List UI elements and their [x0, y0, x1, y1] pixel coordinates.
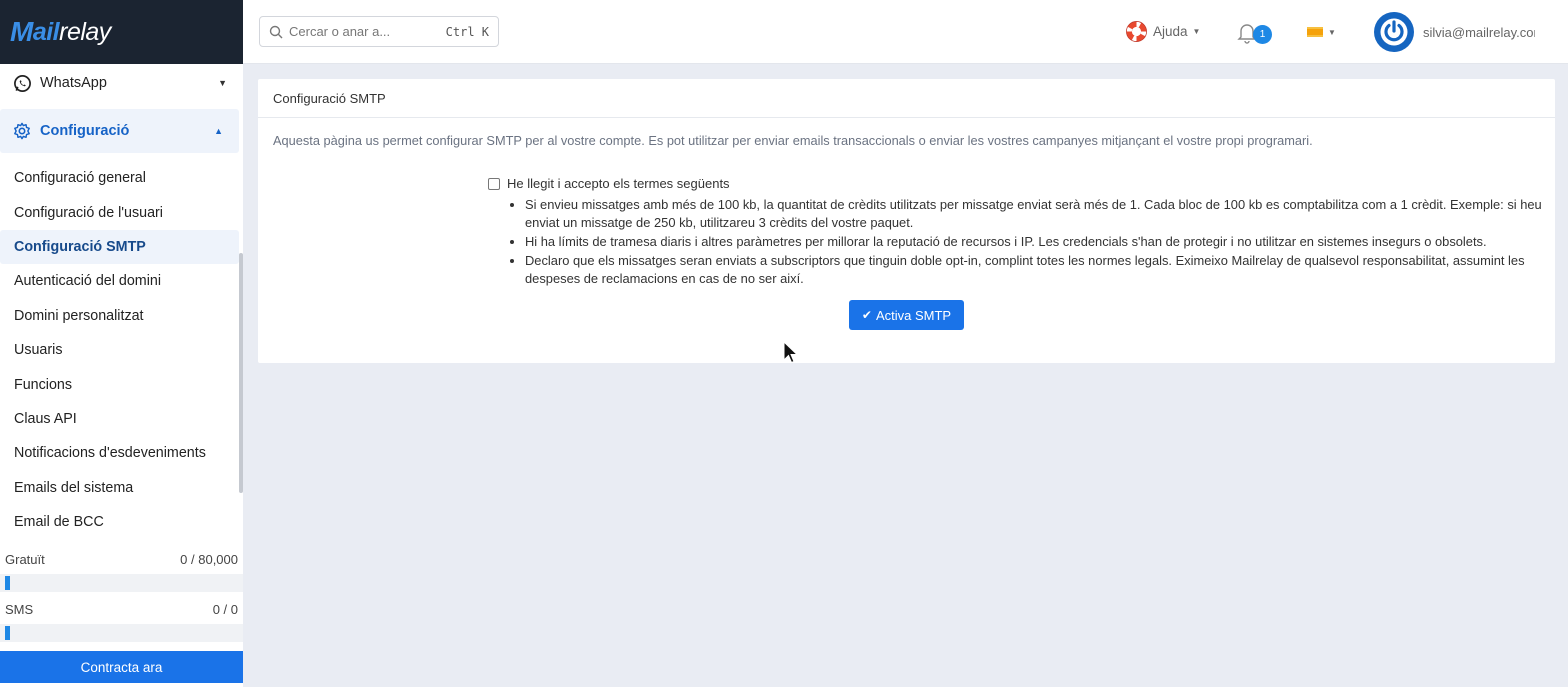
logo-ail: ail [32, 17, 60, 46]
nav-group-label: WhatsApp [40, 75, 107, 91]
sidebar-scrollbar[interactable] [239, 253, 243, 493]
terms-accept-checkbox[interactable]: He llegit i accepto els termes següents [488, 176, 1548, 191]
chevron-up-icon: ▲ [214, 126, 223, 136]
language-selector[interactable]: ▼ [1307, 27, 1336, 37]
flag-icon [1307, 27, 1323, 37]
logo-m: M [10, 16, 33, 47]
sidebar-item-label: Configuració general [14, 170, 146, 187]
search-input[interactable]: Cercar o anar a... Ctrl K [259, 16, 499, 47]
chevron-down-icon: ▼ [1328, 27, 1336, 37]
sidebar-item-autenticacio-domini[interactable]: Autenticació del domini [0, 264, 243, 298]
sidebar-item-emails-sistema[interactable]: Emails del sistema [0, 471, 243, 505]
sidebar-item-label: Domini personalitzat [14, 307, 144, 324]
user-email: silvia@mailrelay.com [1423, 24, 1535, 40]
sidebar-item-configuracio-usuari[interactable]: Configuració de l'usuari [0, 195, 243, 229]
card-description: Aquesta pàgina us permet configurar SMTP… [273, 133, 1313, 148]
help-label: Ajuda [1153, 24, 1188, 39]
lifebuoy-icon [1125, 20, 1148, 43]
sidebar-item-claus-api[interactable]: Claus API [0, 402, 243, 436]
activate-smtp-button[interactable]: ✔ Activa SMTP [849, 300, 964, 330]
mouse-cursor-icon [783, 341, 799, 364]
sidebar-item-label: Configuració de l'usuari [14, 204, 163, 221]
quota-value: 0 / 0 [212, 601, 238, 617]
gear-icon [12, 121, 32, 141]
whatsapp-icon [12, 73, 32, 93]
terms-label: He llegit i accepto els termes següents [507, 176, 730, 191]
power-avatar-icon [1373, 11, 1415, 53]
quota-label: Gratuït [5, 551, 45, 567]
card-title: Configuració SMTP [258, 79, 1555, 118]
sidebar-item-label: Configuració SMTP [14, 238, 146, 255]
terms-list: Si envieu missatges amb més de 100 kb, l… [488, 196, 1548, 288]
sidebar-item-label: Claus API [14, 410, 77, 427]
sidebar-item-notificacions[interactable]: Notificacions d'esdeveniments [0, 436, 243, 470]
quota-progress-fill [5, 626, 10, 640]
quota-progress-bar [0, 574, 243, 592]
check-icon: ✔ [861, 308, 872, 322]
chevron-down-icon: ▼ [1192, 27, 1201, 36]
sidebar-item-usuaris[interactable]: Usuaris [0, 333, 243, 367]
sidebar: Mail relay WhatsApp ▼ Configuració ▲ Conf… [0, 0, 243, 687]
notifications-button[interactable]: 1 [1237, 20, 1273, 46]
activate-smtp-label: Activa SMTP [875, 307, 952, 323]
smtp-config-card: Configuració SMTP Aquesta pàgina us perm… [258, 79, 1555, 363]
quota-progress-fill [5, 576, 10, 590]
terms-section: He llegit i accepto els termes següents … [488, 176, 1548, 289]
sidebar-item-funcions[interactable]: Funcions [0, 367, 243, 401]
logo-bar: Mail relay [0, 0, 243, 64]
sidebar-item-domini-personalitzat[interactable]: Domini personalitzat [0, 299, 243, 333]
sidebar-item-label: Notificacions d'esdeveniments [14, 445, 206, 462]
sidebar-item-email-bcc[interactable]: Email de BCC [0, 505, 243, 539]
sidebar-item-label: Emails del sistema [14, 479, 134, 496]
terms-list-item: Hi ha límits de tramesa diaris i altres … [525, 233, 1548, 251]
search-placeholder: Cercar o anar a... [289, 24, 391, 39]
contract-now-button[interactable]: Contracta ara [0, 651, 243, 683]
search-icon [269, 25, 283, 39]
chevron-down-icon: ▼ [218, 78, 227, 88]
user-menu[interactable]: silvia@mailrelay.com [1373, 11, 1535, 53]
sidebar-item-label: Usuaris [14, 342, 63, 359]
terms-list-item: Si envieu missatges amb més de 100 kb, l… [525, 196, 1548, 232]
help-menu[interactable]: Ajuda ▼ [1125, 20, 1200, 43]
side-nav: WhatsApp ▼ Configuració ▲ Configuració g… [0, 64, 243, 540]
top-bar: Cercar o anar a... Ctrl K Ajuda ▼ 1 ▼ si… [243, 0, 1568, 64]
quota-label: SMS [5, 601, 34, 617]
sidebar-item-label: Email de BCC [14, 514, 104, 531]
terms-list-item: Declaro que els missatges seran enviats … [525, 252, 1548, 288]
sidebar-item-configuracio-smtp[interactable]: Configuració SMTP [0, 229, 239, 265]
quota-value: 0 / 80,000 [180, 551, 238, 567]
sidebar-item-label: Autenticació del domini [14, 273, 162, 290]
nav-group-configuracio[interactable]: Configuració ▲ [0, 109, 239, 153]
notification-badge: 1 [1253, 25, 1272, 44]
logo-relay: relay [59, 17, 111, 46]
sidebar-item-configuracio-general[interactable]: Configuració general [0, 161, 243, 195]
mailrelay-logo[interactable]: Mail relay [10, 16, 111, 48]
quota-sms: SMS 0 / 0 [0, 597, 243, 642]
sidebar-item-label: Funcions [14, 376, 73, 393]
quota-progress-bar [0, 624, 243, 642]
search-shortcut: Ctrl K [445, 24, 489, 39]
checkbox[interactable] [488, 177, 500, 190]
nav-group-whatsapp[interactable]: WhatsApp ▼ [0, 65, 243, 101]
nav-group-label: Configuració [40, 123, 130, 139]
quota-gratuit: Gratuït 0 / 80,000 [0, 547, 243, 592]
